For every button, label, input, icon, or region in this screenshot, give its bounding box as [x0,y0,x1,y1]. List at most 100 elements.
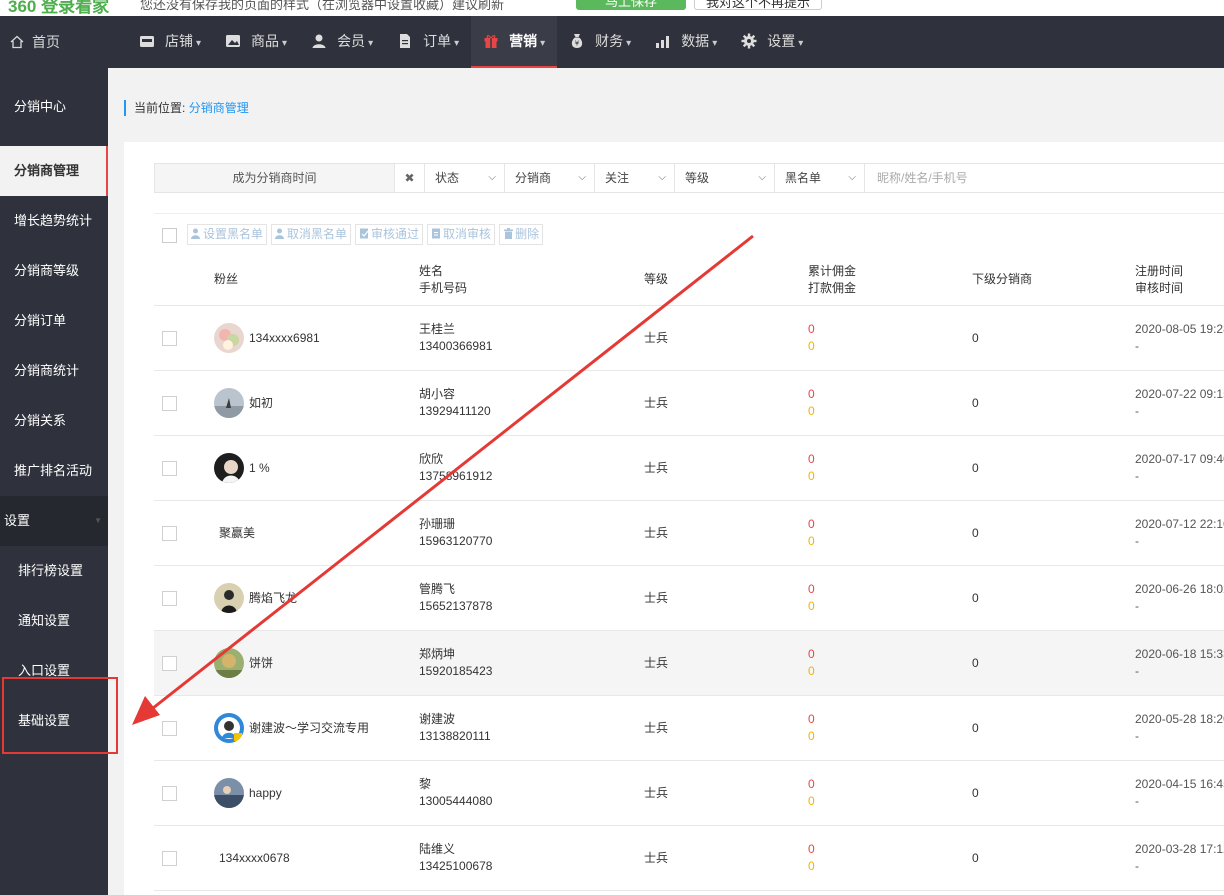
table-row[interactable]: 谢建波～学习交流专用 谢建波 13138820111 士兵 00 0 2020-0… [154,696,1224,761]
col-sub-distributors[interactable]: 下级分销商 [972,253,1032,306]
nav-finance[interactable]: ¥ 财务 ▾ [557,16,643,68]
sub-distributor-count: 0 [972,526,979,540]
table-row[interactable]: 134xxxx0678 陆维义 13425100678 士兵 00 0 2020-… [154,826,1224,891]
search-input[interactable] [865,164,1224,192]
commission: 00 [808,711,815,745]
nav-home[interactable]: 首页 [0,16,108,68]
status-select[interactable]: 状态 ⌵ [425,164,505,192]
row-checkbox[interactable] [162,526,177,541]
approve-button[interactable]: 审核通过 [355,224,424,245]
phone-number: 15652137878 [419,599,493,613]
sidebar-item-distributor-level[interactable]: 分销商等级 [0,246,108,296]
distributor-name: 孙珊珊 15963120770 [419,516,492,550]
blacklist-select[interactable]: 黑名单 ⌵ [775,164,865,192]
level-select[interactable]: 等级 ⌵ [675,164,775,192]
phone-number: 13005444080 [419,794,493,808]
real-name: 郑炳坤 [419,647,456,661]
clear-date-button[interactable]: ✖ [395,164,425,192]
banner-message: 您还没有保存我的页面的样式（在浏览器中设置收藏）建议刷新 [140,0,505,12]
store-icon [140,36,154,47]
row-checkbox[interactable] [162,396,177,411]
sidebar-item-distribution-relations[interactable]: 分销关系 [0,396,108,446]
level-value: 士兵 [644,786,669,800]
fan-nickname: 聚赢美 [219,526,256,540]
fan-nickname: 134xxxx6981 [249,331,320,345]
col-fans[interactable]: 粉丝 [214,253,238,306]
nav-store[interactable]: 店铺 ▾ [127,16,213,68]
row-checkbox[interactable] [162,461,177,476]
cancel-approval-button[interactable]: 取消审核 [427,224,496,245]
audit-time: - [1135,859,1139,873]
total-commission: 0 [808,322,815,336]
col-commission[interactable]: 累计佣金 打款佣金 [808,253,856,306]
col-time[interactable]: 注册时间 审核时间 [1135,253,1183,306]
sidebar-item-distributor-stats[interactable]: 分销商统计 [0,346,108,396]
date-range-filter[interactable]: 成为分销商时间 [155,164,395,192]
cancel-blacklist-button[interactable]: 取消黑名单 [271,224,352,245]
avatar [214,778,244,808]
distributor-name: 胡小容 13929411120 [419,386,491,420]
nav-settings[interactable]: 设置 ▾ [729,16,815,68]
col-paid-commission-label: 打款佣金 [808,280,857,295]
set-blacklist-button[interactable]: 设置黑名单 [187,224,268,245]
level-value: 士兵 [644,721,669,735]
sidebar-subitem-ranking-settings[interactable]: 排行榜设置 [0,546,108,596]
gift-icon [484,35,498,48]
table-row[interactable]: 1 % 欣欣 13758961912 士兵 00 0 2020-07-17 09:… [154,436,1224,501]
col-level[interactable]: 等级 [644,253,668,306]
row-checkbox[interactable] [162,591,177,606]
follow-select-value: 关注 [605,171,630,185]
sidebar-item-distributor-management[interactable]: 分销商管理 [0,146,108,196]
row-checkbox[interactable] [162,721,177,736]
sidebar-item-growth-trend[interactable]: 增长趋势统计 [0,196,108,246]
user-icon [275,228,285,239]
nav-member-label: 会员 [337,33,366,49]
row-checkbox[interactable] [162,851,177,866]
table-body: 134xxxx6981 王桂兰 13400366981 士兵 00 0 2020-… [154,306,1224,891]
triangle-down-icon: ▼ [94,516,102,525]
reg-time: 2020-05-28 18:20 [1135,712,1224,726]
table-row[interactable]: 134xxxx6981 王桂兰 13400366981 士兵 00 0 2020-… [154,306,1224,371]
level-value: 士兵 [644,331,669,345]
col-name[interactable]: 姓名 手机号码 [419,253,467,306]
paid-commission: 0 [808,729,815,743]
level-select-value: 等级 [685,171,710,185]
distributor-select[interactable]: 分销商 ⌵ [505,164,595,192]
table-row[interactable]: 聚赢美 孙珊珊 15963120770 士兵 00 0 2020-07-12 22… [154,501,1224,566]
sidebar-item-ranking-activity[interactable]: 推广排名活动 [0,446,108,496]
breadcrumb-current[interactable]: 分销商管理 [189,101,249,115]
nav-order[interactable]: 订单 ▾ [385,16,471,68]
reg-time: 2020-07-22 09:15 [1135,387,1224,401]
nav-member[interactable]: 会员 ▾ [299,16,385,68]
table-row[interactable]: 腾焰飞龙 管腾飞 15652137878 士兵 00 0 2020-06-26 1… [154,566,1224,631]
nav-data[interactable]: 数据 ▾ [643,16,729,68]
select-all-checkbox[interactable] [162,228,177,243]
sidebar-item-distribution-center[interactable]: 分销中心 [0,68,108,146]
nav-marketing[interactable]: 营销 ▾ [471,16,558,68]
row-checkbox[interactable] [162,786,177,801]
chevron-down-icon: ▾ [540,38,546,49]
real-name: 欣欣 [419,452,444,466]
chevron-down-icon: ▾ [196,38,202,49]
row-checkbox[interactable] [162,656,177,671]
table-row[interactable]: happy 黎 13005444080 士兵 00 0 2020-04-15 16… [154,761,1224,826]
chevron-down-icon: ▾ [798,38,804,49]
sidebar-item-distribution-orders[interactable]: 分销订单 [0,296,108,346]
commission: 00 [808,776,815,810]
save-now-button[interactable]: 马上保存 [576,0,686,10]
follow-select[interactable]: 关注 ⌵ [595,164,675,192]
paid-commission: 0 [808,404,815,418]
dismiss-tip-button[interactable]: 我对这个不再提示 [694,0,822,10]
distributor-name: 郑炳坤 15920185423 [419,646,492,680]
table-row[interactable]: 如初 胡小容 13929411120 士兵 00 0 2020-07-22 09:… [154,371,1224,436]
delete-button[interactable]: 删除 [499,224,544,245]
time-cell: 2020-08-05 19:28 - [1135,321,1224,355]
phone-number: 13400366981 [419,339,493,353]
distributor-name: 陆维义 13425100678 [419,841,492,875]
nav-goods[interactable]: 商品 ▾ [213,16,299,68]
col-name-label: 姓名 [419,263,444,278]
sidebar-group-settings[interactable]: 设置 ▼ [0,496,108,546]
sidebar-subitem-notification-settings[interactable]: 通知设置 [0,596,108,646]
row-checkbox[interactable] [162,331,177,346]
table-row[interactable]: 饼饼 郑炳坤 15920185423 士兵 00 0 2020-06-18 15:… [154,631,1224,696]
